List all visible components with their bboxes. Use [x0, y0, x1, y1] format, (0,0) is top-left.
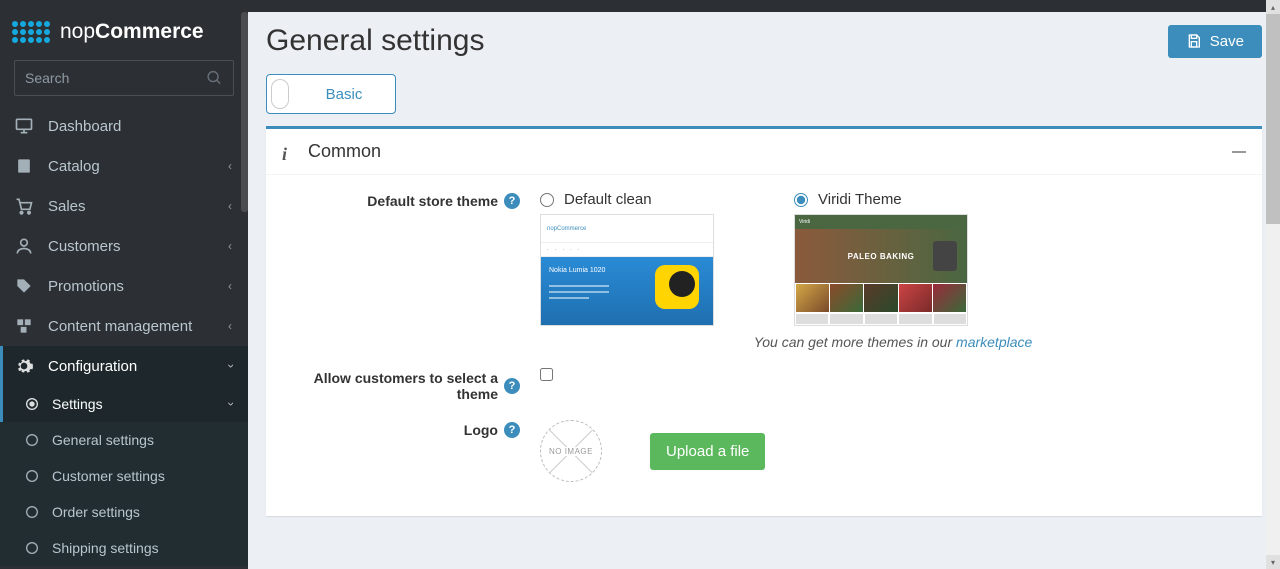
collapse-icon[interactable]	[1232, 151, 1246, 153]
help-icon[interactable]: ?	[504, 193, 520, 209]
radio-on-icon	[24, 396, 40, 412]
radio-viridi[interactable]	[794, 193, 808, 207]
nav-label: Sales	[48, 198, 86, 215]
logo-dots-icon	[12, 21, 50, 43]
info-icon: i	[282, 144, 298, 160]
scroll-down-arrow[interactable]: ▾	[1266, 555, 1280, 569]
preview-hero-text: PALEO BAKING	[848, 252, 915, 261]
marketplace-link[interactable]: marketplace	[956, 334, 1032, 350]
sidebar-item-general-settings[interactable]: General settings	[0, 422, 248, 458]
chevron-left-icon: ‹	[228, 319, 232, 333]
nav-label: Configuration	[48, 358, 137, 375]
page-scrollbar[interactable]: ▴ ▾	[1266, 0, 1280, 569]
save-button[interactable]: Save	[1168, 25, 1262, 58]
theme-radio-viridi[interactable]: Viridi Theme	[794, 191, 968, 208]
help-icon[interactable]: ?	[504, 378, 520, 394]
search-input[interactable]	[25, 70, 206, 86]
help-icon[interactable]: ?	[504, 422, 520, 438]
label-allow-select-theme: Allow customers to select a theme	[298, 370, 498, 402]
save-button-label: Save	[1210, 33, 1244, 50]
nav-label: Content management	[48, 318, 192, 335]
cubes-icon	[14, 316, 34, 336]
top-bar	[0, 0, 1280, 12]
nav-label: Dashboard	[48, 118, 121, 135]
upload-file-button[interactable]: Upload a file	[650, 433, 765, 470]
checkbox-allow-select-theme[interactable]	[540, 368, 553, 381]
chevron-left-icon: ‹	[228, 279, 232, 293]
radio-off-icon	[24, 468, 40, 484]
card-header[interactable]: i Common	[266, 129, 1262, 175]
chevron-down-icon: ‹	[223, 402, 237, 406]
theme-option-viridi: Viridi Theme Viridi PALEO BAKING	[794, 191, 968, 326]
chevron-left-icon: ‹	[228, 159, 232, 173]
theme-option-default-clean: Default clean nopCommerce ····· Nokia Lu…	[540, 191, 714, 326]
theme-preview-default: nopCommerce ····· Nokia Lumia 1020	[540, 214, 714, 326]
label-default-theme: Default store theme	[367, 193, 498, 209]
nav-label: Shipping settings	[52, 540, 159, 556]
sidebar: nopCommerce Dashboard Catalog ‹ Sales ‹	[0, 12, 248, 569]
logo[interactable]: nopCommerce	[0, 12, 248, 54]
sidebar-item-content[interactable]: Content management ‹	[0, 306, 248, 346]
sidebar-item-order-settings[interactable]: Order settings	[0, 494, 248, 530]
sidebar-item-sales[interactable]: Sales ‹	[0, 186, 248, 226]
nav-label: Customer settings	[52, 468, 165, 484]
sidebar-item-promotions[interactable]: Promotions ‹	[0, 266, 248, 306]
theme-preview-viridi: Viridi PALEO BAKING	[794, 214, 968, 326]
row-default-theme: Default store theme ? Default clean	[282, 191, 1246, 350]
sidebar-item-dashboard[interactable]: Dashboard	[0, 106, 248, 146]
card-title: Common	[308, 141, 381, 162]
sidebar-item-customers[interactable]: Customers ‹	[0, 226, 248, 266]
sidebar-search[interactable]	[14, 60, 234, 96]
theme-label: Default clean	[564, 191, 652, 208]
chevron-left-icon: ‹	[228, 199, 232, 213]
cart-icon	[14, 196, 34, 216]
sidebar-item-customer-settings[interactable]: Customer settings	[0, 458, 248, 494]
theme-radio-default-clean[interactable]: Default clean	[540, 191, 714, 208]
radio-off-icon	[24, 540, 40, 556]
sidebar-item-shipping-settings[interactable]: Shipping settings	[0, 530, 248, 566]
row-logo: Logo ? NO IMAGE Upload a file	[282, 420, 1246, 482]
search-icon	[206, 69, 223, 87]
chevron-left-icon: ‹	[228, 239, 232, 253]
scroll-up-arrow[interactable]: ▴	[1266, 0, 1280, 14]
themes-hint: You can get more themes in our marketpla…	[540, 334, 1246, 350]
theme-label: Viridi Theme	[818, 191, 902, 208]
row-allow-select-theme: Allow customers to select a theme ?	[282, 368, 1246, 402]
nav-label: Promotions	[48, 278, 124, 295]
logo-text: nopCommerce	[60, 20, 204, 44]
mode-toggle[interactable]: Basic	[266, 74, 396, 114]
nav-label: Settings	[52, 396, 103, 412]
toggle-knob	[271, 79, 289, 109]
radio-off-icon	[24, 432, 40, 448]
sidebar-item-configuration[interactable]: Configuration ‹	[0, 346, 248, 386]
save-icon	[1186, 33, 1202, 49]
nav-label: Catalog	[48, 158, 100, 175]
radio-default-clean[interactable]	[540, 193, 554, 207]
sidebar-nav: Dashboard Catalog ‹ Sales ‹ Customers ‹ …	[0, 106, 248, 566]
user-icon	[14, 236, 34, 256]
chevron-down-icon: ‹	[223, 364, 237, 368]
gear-icon	[14, 356, 34, 376]
sidebar-scrollbar[interactable]	[241, 12, 248, 212]
nav-label: General settings	[52, 432, 154, 448]
page-title: General settings	[266, 24, 484, 58]
radio-off-icon	[24, 504, 40, 520]
toggle-label: Basic	[293, 86, 395, 103]
nav-label: Customers	[48, 238, 121, 255]
common-card: i Common Default store theme ?	[266, 126, 1262, 516]
scroll-thumb[interactable]	[1266, 14, 1280, 224]
monitor-icon	[14, 116, 34, 136]
no-image-placeholder: NO IMAGE	[540, 420, 602, 482]
preview-hero-text: Nokia Lumia 1020	[549, 267, 605, 274]
main-content: General settings Save Basic i Common	[248, 12, 1280, 569]
nav-label: Order settings	[52, 504, 140, 520]
book-icon	[14, 156, 34, 176]
sidebar-item-catalog[interactable]: Catalog ‹	[0, 146, 248, 186]
sidebar-item-settings[interactable]: Settings ‹	[0, 386, 248, 422]
scroll-track[interactable]	[1266, 14, 1280, 555]
label-logo: Logo	[464, 422, 498, 438]
tag-icon	[14, 276, 34, 296]
